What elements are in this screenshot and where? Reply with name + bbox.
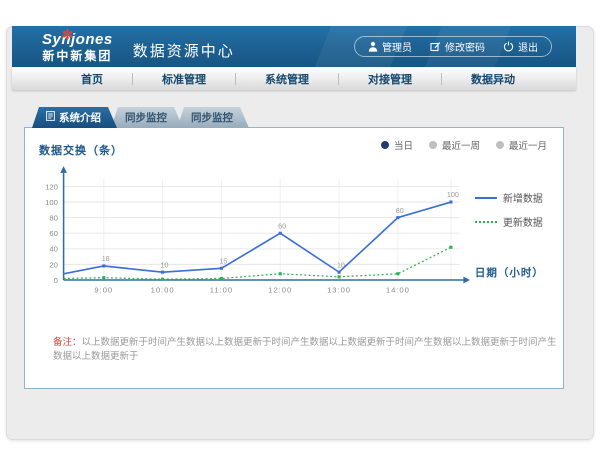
tab-sync-monitor-2[interactable]: 同步监控 bbox=[177, 107, 249, 128]
change-password-label: 修改密码 bbox=[445, 39, 485, 54]
svg-text:0: 0 bbox=[54, 276, 58, 285]
footnote-text: 以上数据更新于时间产生数据以上数据更新于时间产生数据以上数据更新于时间产生数据以… bbox=[53, 337, 557, 362]
nav-item-home[interactable]: 首页 bbox=[52, 71, 132, 87]
legend-label: 新增数据 bbox=[503, 190, 543, 205]
tab-label: 同步监控 bbox=[191, 110, 233, 125]
legend-label: 更新数据 bbox=[503, 214, 543, 229]
logout-label: 退出 bbox=[518, 39, 538, 54]
user-toolbar: 管理员 修改密码 退出 bbox=[354, 36, 552, 57]
current-user-button[interactable]: 管理员 bbox=[359, 39, 421, 54]
svg-text:60: 60 bbox=[49, 229, 57, 238]
svg-text:40: 40 bbox=[49, 245, 57, 254]
svg-text:15: 15 bbox=[219, 258, 227, 266]
svg-text:10:00: 10:00 bbox=[151, 285, 175, 294]
svg-text:13:00: 13:00 bbox=[327, 285, 351, 294]
tab-label: 同步监控 bbox=[125, 110, 167, 125]
legend-item-update-data[interactable]: 更新数据 bbox=[475, 214, 559, 229]
brand-logo-en: Synjones bbox=[42, 32, 113, 47]
blue-line-sample-icon bbox=[475, 197, 497, 199]
radio-last-month-label: 最近一月 bbox=[509, 138, 547, 152]
x-axis-title: 日期（小时） bbox=[475, 265, 559, 280]
radio-today[interactable]: 当日 bbox=[381, 138, 413, 152]
legend-item-new-data[interactable]: 新增数据 bbox=[475, 190, 559, 205]
app-header: Synjones ✻ 新中新集团 数据资源中心 管理员 修改密码 bbox=[12, 26, 576, 67]
edit-icon bbox=[430, 41, 441, 52]
brand-logo: Synjones ✻ 新中新集团 bbox=[42, 32, 113, 62]
page-title: 数据资源中心 bbox=[133, 40, 235, 61]
power-icon bbox=[503, 41, 514, 52]
chart-area: 0 20 40 60 80 100 120 9:00 10:00 11:00 12:00 13:00 1… bbox=[33, 160, 559, 312]
tab-sync-monitor-1[interactable]: 同步监控 bbox=[111, 107, 183, 128]
svg-text:14:00: 14:00 bbox=[386, 285, 410, 294]
footnote-label: 备注： bbox=[53, 337, 82, 348]
time-range-group: 当日 最近一周 最近一月 bbox=[381, 138, 547, 152]
radio-dot-icon bbox=[496, 141, 504, 149]
brand-logo-cn: 新中新集团 bbox=[42, 50, 113, 62]
svg-text:120: 120 bbox=[45, 182, 58, 191]
current-user-label: 管理员 bbox=[382, 39, 412, 54]
radio-dot-selected-icon bbox=[381, 141, 389, 149]
radio-last-week[interactable]: 最近一周 bbox=[429, 138, 480, 152]
document-icon bbox=[46, 111, 55, 124]
chart-legend: 新增数据 更新数据 日期（小时） bbox=[475, 160, 559, 312]
svg-text:11:00: 11:00 bbox=[210, 285, 233, 294]
svg-text:100: 100 bbox=[447, 191, 459, 199]
change-password-button[interactable]: 修改密码 bbox=[421, 39, 494, 54]
app: Synjones ✻ 新中新集团 数据资源中心 管理员 修改密码 bbox=[12, 26, 576, 389]
main-nav: 首页 标准管理 系统管理 对接管理 数据异动 bbox=[12, 67, 576, 90]
svg-text:10: 10 bbox=[161, 261, 169, 269]
nav-item-connect-mgmt[interactable]: 对接管理 bbox=[339, 71, 441, 87]
footnote: 备注：以上数据更新于时间产生数据以上数据更新于时间产生数据以上数据更新于时间产生… bbox=[53, 334, 563, 362]
user-icon bbox=[368, 41, 378, 52]
svg-text:100: 100 bbox=[45, 198, 58, 207]
svg-text:12:00: 12:00 bbox=[268, 285, 292, 294]
nav-item-data-change[interactable]: 数据异动 bbox=[442, 71, 544, 87]
svg-text:18: 18 bbox=[102, 255, 110, 263]
tab-system-intro[interactable]: 系统介绍 bbox=[32, 107, 117, 128]
nav-item-standard-mgmt[interactable]: 标准管理 bbox=[133, 71, 235, 87]
svg-text:60: 60 bbox=[278, 222, 286, 230]
svg-text:10: 10 bbox=[337, 261, 345, 269]
exchange-line-chart: 0 20 40 60 80 100 120 9:00 10:00 11:00 12:00 13:00 1… bbox=[33, 160, 475, 312]
content-panel: 当日 最近一周 最近一月 数据交换（条） 0204060801001209:00… bbox=[24, 127, 564, 389]
radio-last-week-label: 最近一周 bbox=[442, 138, 480, 152]
tab-label: 系统介绍 bbox=[59, 110, 101, 125]
radio-dot-icon bbox=[429, 141, 437, 149]
svg-text:9:00: 9:00 bbox=[94, 285, 113, 294]
tab-bar: 系统介绍 同步监控 同步监控 bbox=[12, 107, 576, 128]
logo-star-icon: ✻ bbox=[62, 28, 73, 41]
svg-text:20: 20 bbox=[49, 260, 57, 269]
nav-item-system-mgmt[interactable]: 系统管理 bbox=[236, 71, 338, 87]
green-dotted-sample-icon bbox=[475, 221, 497, 223]
svg-text:80: 80 bbox=[396, 207, 404, 215]
logout-button[interactable]: 退出 bbox=[494, 39, 547, 54]
svg-text:80: 80 bbox=[49, 213, 57, 222]
radio-today-label: 当日 bbox=[394, 138, 413, 152]
radio-last-month[interactable]: 最近一月 bbox=[496, 138, 547, 152]
